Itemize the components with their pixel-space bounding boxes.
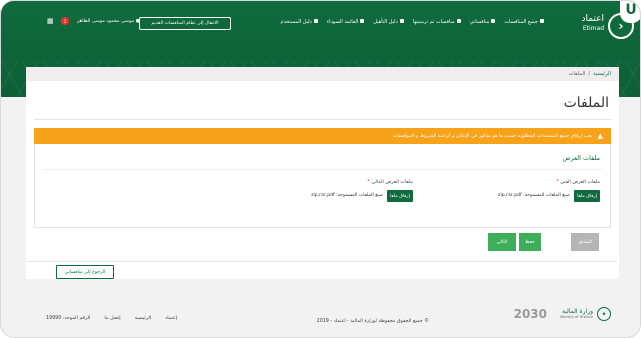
content-divider [26,261,617,262]
warning-alert: ▲ يجب إرفاق جميع المستندات المطلوبة حسب … [34,128,611,144]
footer-link-contact[interactable]: إتصل بنا [104,316,120,321]
breadcrumb-separator: / [588,71,591,77]
brand[interactable]: اعتماد Etimad [581,15,604,33]
offer-files-panel: ملفات العرض ملفات العرض الفني * إرفاق مل… [34,144,611,228]
notification-badge[interactable]: 1 [61,17,69,25]
ministry-en: Ministry of Finance [560,315,593,319]
financial-allowed-types: صيغ الملفات المسموحة: zip,rar,pdf [311,193,383,198]
old-system-button[interactable]: الانتقال إلى نظام المنافسات القديم [139,17,231,30]
nav-label: منافسات تم ترسيتها [412,19,455,25]
copyright: © جميع الحقوق محفوظة لوزارة المالية - اع… [316,319,429,324]
main-content: الملفات ▲ يجب إرفاق جميع المستندات المطل… [26,81,619,279]
nav-label: دليل المستخدم [280,19,312,25]
footer-links: إعتماد الرئيسية إتصل بنا الرقم الموحد: 1… [46,316,177,321]
nav-item-blacklist[interactable]: القائمة السوداء [326,19,365,25]
ministry-name: وزارة المالية Ministry of Finance [560,308,593,319]
save-button[interactable]: حفظ [519,233,541,251]
footer-link-etimad[interactable]: إعتماد [165,316,177,321]
footer-link-home[interactable]: الرئيسية [135,316,152,321]
user-menu[interactable]: ● موسى محمود موسى الظاهر [77,19,140,24]
breadcrumb: الرئيسية / الملفات [26,67,619,81]
nav-item-qualification[interactable]: دليل التأهيل [373,19,404,25]
nav-label: دليل التأهيل [373,19,398,25]
next-button[interactable]: التالي [488,233,516,251]
nav-label: القائمة السوداء [326,19,359,25]
nav-item-all-tenders[interactable]: جميع المنافسات [504,19,544,25]
brand-en: Etimad [582,25,604,32]
nav-dot-icon [456,19,461,23]
ministry-ar: وزارة المالية [561,308,593,315]
technical-allowed-types: صيغ الملفات المسموحة: zip,rar,pdf [498,193,570,198]
nav-item-my-tenders[interactable]: منافساتي [470,19,496,25]
corner-badge: U [620,1,640,23]
next-label: التالي [496,239,508,245]
breadcrumb-home[interactable]: الرئيسية [593,71,611,77]
ministry-logo-icon: ✦ [597,307,611,321]
back-to-my-tenders-button[interactable]: الرجوع إلى منافساتي [56,265,114,279]
technical-files-label: ملفات العرض الفني * [556,180,600,185]
attach-label: إرفاق ملفا [390,193,410,199]
required-mark: * [556,180,559,185]
financial-attach-button[interactable]: إرفاق ملفا [387,190,413,202]
nav-label: جميع المنافسات [504,19,538,25]
alert-text: يجب إرفاق جميع المستندات المطلوبة حسب ما… [392,133,593,139]
back-label: الرجوع إلى منافساتي [64,269,106,275]
user-name: موسى محمود موسى الظاهر [77,19,135,24]
vision-2030-logo: 2030 [513,307,547,321]
brand-ar: اعتماد [581,14,604,24]
page-title: الملفات [563,95,609,111]
old-system-label: الانتقال إلى نظام المنافسات القديم [151,21,219,26]
nav-dot-icon [313,19,318,23]
main-nav: جميع المنافسات منافساتي منافسات تم ترسيت… [280,19,544,25]
technical-label-text: ملفات العرض الفني [560,180,600,185]
nav-dot-icon [540,19,544,23]
user-icon: ● [135,19,140,24]
nav-item-user-guide[interactable]: دليل المستخدم [280,19,318,25]
prev-button[interactable]: السابق [571,233,599,251]
technical-attach-button[interactable]: إرفاق ملفا [574,190,600,202]
financial-label-text: ملفات العرض المالي [371,180,413,185]
panel-divider [43,169,602,170]
nav-label: منافساتي [469,19,490,25]
footer-unified-number: الرقم الموحد: 19990 [46,316,91,321]
grid-icon[interactable]: ▦ [47,18,54,25]
warning-icon: ▲ [597,132,603,140]
browser-frame: › اعتماد Etimad جميع المنافسات منافساتي … [0,0,641,338]
nav-item-awarded[interactable]: منافسات تم ترسيتها [413,19,461,25]
panel-title: ملفات العرض [562,154,600,162]
save-label: حفظ [525,239,535,245]
prev-label: السابق [578,239,592,245]
required-mark: * [367,180,370,185]
nav-dot-icon [399,19,404,23]
breadcrumb-current: الملفات [568,71,586,77]
financial-files-label: ملفات العرض المالي * [367,180,413,185]
site-footer: ✦ وزارة المالية Ministry of Finance 2030… [26,303,619,331]
nav-dot-icon [360,19,365,23]
title-divider [34,119,611,120]
attach-label: إرفاق ملفا [577,193,597,199]
nav-dot-icon [491,19,496,23]
